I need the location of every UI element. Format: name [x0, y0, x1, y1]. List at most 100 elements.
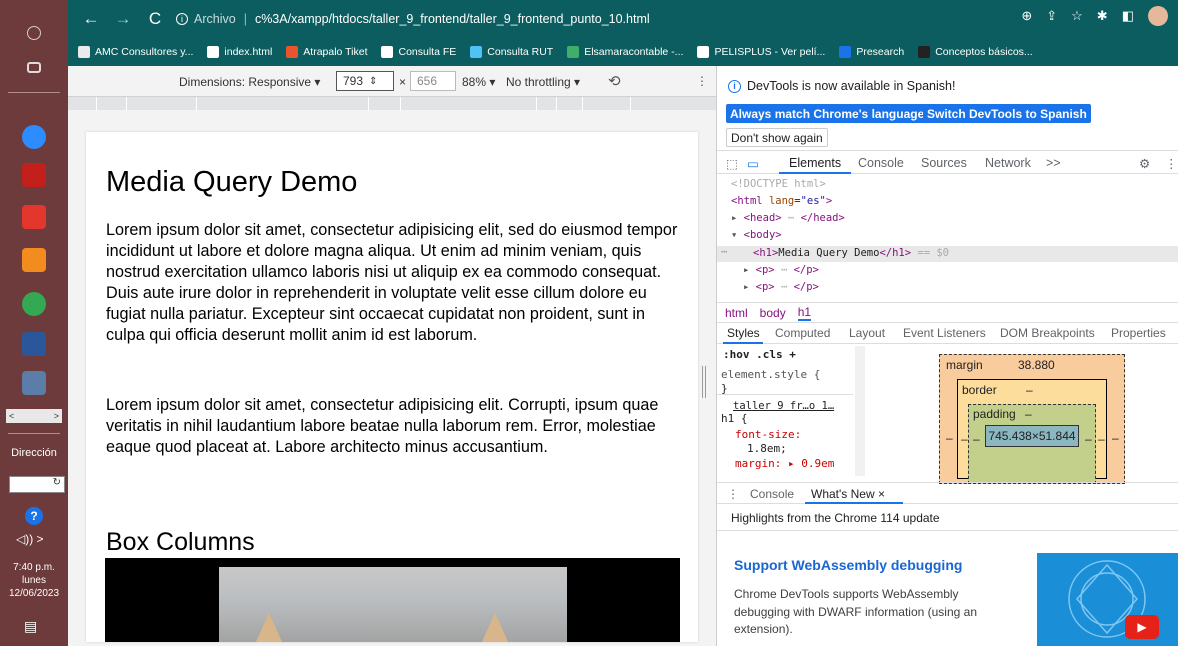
- scroll-right-icon[interactable]: >: [54, 411, 59, 421]
- font-size-value[interactable]: 1.8em;: [747, 442, 787, 455]
- bookmark-item[interactable]: Conceptos básicos...: [918, 46, 1033, 58]
- bookmark-item[interactable]: Presearch: [839, 46, 904, 58]
- box-padding[interactable]: padding – – – 745.438×51.844: [968, 404, 1096, 484]
- element-style-rule[interactable]: element.style {: [721, 368, 820, 381]
- drawer-menu-icon[interactable]: ⋮: [727, 487, 739, 501]
- box-content[interactable]: 745.438×51.844: [985, 425, 1079, 447]
- whats-new-title[interactable]: Support WebAssembly debugging: [734, 557, 962, 573]
- h1-rule-selector[interactable]: h1 {: [721, 412, 748, 425]
- help-icon[interactable]: ?: [25, 507, 43, 525]
- breadcrumb-item[interactable]: h1: [797, 305, 812, 321]
- dimensions-select[interactable]: Dimensions: Responsive ▾: [179, 75, 320, 89]
- height-input[interactable]: 656: [410, 71, 456, 91]
- dom-row-menu-icon[interactable]: ⋯: [721, 246, 727, 258]
- taskbar-scroll[interactable]: < >: [6, 409, 62, 423]
- width-input[interactable]: 793 ⇕: [336, 71, 394, 91]
- tab-elements[interactable]: Elements: [789, 156, 841, 170]
- zoom-select[interactable]: 88% ▾: [462, 75, 495, 89]
- clock[interactable]: 7:40 p.m. lunes 12/06/2023: [0, 561, 68, 600]
- more-tabs-icon[interactable]: >>: [1046, 156, 1061, 170]
- app-icon-2[interactable]: [22, 371, 46, 395]
- info-icon[interactable]: i: [176, 13, 188, 25]
- stepper-icon[interactable]: ⇕: [369, 76, 377, 87]
- drawer-tab-whats-new[interactable]: What's New ×: [811, 487, 885, 501]
- breadcrumb-item[interactable]: body: [760, 306, 786, 320]
- tab-styles[interactable]: Styles: [727, 326, 760, 340]
- anydesk-icon[interactable]: [22, 205, 46, 229]
- zoom-icon[interactable]: ⊕: [1021, 8, 1032, 28]
- bookmark-label: PELISPLUS - Ver pelí...: [714, 46, 826, 58]
- chrome-icon[interactable]: [22, 292, 46, 316]
- whats-new-video-thumbnail[interactable]: ▶: [1037, 553, 1178, 646]
- dom-h1[interactable]: <h1>Media Query Demo</h1> == $0: [753, 247, 949, 259]
- bookmark-item[interactable]: PELISPLUS - Ver pelí...: [697, 46, 825, 58]
- margin-left-value: –: [946, 431, 953, 445]
- tab-console[interactable]: Console: [858, 156, 904, 170]
- more-options-icon[interactable]: ⋮: [696, 74, 708, 88]
- acrobat-icon[interactable]: [22, 163, 46, 187]
- dont-show-button[interactable]: Don't show again: [726, 128, 828, 147]
- switch-language-button[interactable]: Switch DevTools to Spanish: [923, 104, 1091, 123]
- dom-head[interactable]: ▸ <head> ⋯ </head>: [731, 212, 845, 224]
- dom-body[interactable]: ▾ <body>: [731, 229, 782, 241]
- devtools-menu-icon[interactable]: ⋮: [1165, 156, 1178, 171]
- dom-p-2[interactable]: ▸ <p> ⋯ </p>: [743, 281, 819, 293]
- margin-prop[interactable]: margin: ▸ 0.9em: [735, 457, 834, 470]
- forward-icon[interactable]: →: [114, 9, 132, 29]
- bookmark-icon: [839, 46, 852, 58]
- search-icon[interactable]: [27, 26, 41, 40]
- zoom-app-icon[interactable]: [22, 125, 46, 149]
- refresh-icon[interactable]: ↻: [53, 477, 61, 488]
- back-icon[interactable]: ←: [82, 9, 100, 29]
- box-border[interactable]: border – – – padding – – – 745.438×51.84…: [957, 379, 1107, 484]
- tab-event-listeners[interactable]: Event Listeners: [903, 326, 986, 340]
- dom-p-1[interactable]: ▸ <p> ⋯ </p>: [743, 264, 819, 276]
- filter-buttons[interactable]: :hov .cls +: [723, 348, 796, 361]
- box-margin[interactable]: margin 38.880 – – border – – – padding –…: [939, 354, 1125, 484]
- tab-properties[interactable]: Properties: [1111, 326, 1166, 340]
- media-query-ruler[interactable]: [68, 96, 716, 111]
- tab-layout[interactable]: Layout: [849, 326, 885, 340]
- always-match-button[interactable]: Always match Chrome's language: [726, 104, 929, 123]
- word-icon[interactable]: [22, 332, 46, 356]
- dom-html[interactable]: <html lang="es">: [731, 195, 832, 207]
- tab-sources[interactable]: Sources: [921, 156, 967, 170]
- star-icon[interactable]: ☆: [1071, 8, 1083, 28]
- share-icon[interactable]: ⇪: [1046, 8, 1057, 28]
- rotate-icon[interactable]: ⟲: [608, 72, 621, 90]
- drawer-tab-console[interactable]: Console: [750, 487, 794, 501]
- notification-icon[interactable]: ▤: [24, 618, 42, 636]
- url-field[interactable]: i Archivo | c%3A/xampp/htdocs/taller_9_f…: [176, 12, 650, 26]
- direccion-input[interactable]: ↻: [9, 476, 65, 493]
- rule-source-link[interactable]: taller 9 fr…o 1…: [733, 400, 834, 412]
- reload-icon[interactable]: C: [146, 9, 164, 29]
- bookmark-item[interactable]: AMC Consultores y...: [78, 46, 193, 58]
- bookmark-item[interactable]: index.html: [207, 46, 272, 58]
- avatar[interactable]: [1148, 6, 1168, 26]
- play-icon[interactable]: ▶: [1125, 615, 1159, 639]
- styles-filter-toolbar[interactable]: :hov .cls +: [723, 348, 796, 361]
- device-toggle-icon[interactable]: ▭: [747, 156, 759, 171]
- resize-handle[interactable]: [702, 366, 706, 398]
- volume-icon[interactable]: ◁)) >: [16, 532, 44, 546]
- scroll-left-icon[interactable]: <: [9, 411, 14, 421]
- tab-computed[interactable]: Computed: [775, 326, 830, 340]
- app-icon[interactable]: [22, 248, 46, 272]
- tab-network[interactable]: Network: [985, 156, 1031, 170]
- breadcrumb-item[interactable]: html: [725, 306, 748, 320]
- bookmark-item[interactable]: Elsamaracontable -...: [567, 46, 683, 58]
- settings-icon[interactable]: ⚙: [1139, 156, 1150, 171]
- throttle-select[interactable]: No throttling ▾: [506, 75, 580, 89]
- bookmark-item[interactable]: Consulta FE: [381, 46, 456, 58]
- bookmark-label: index.html: [224, 46, 273, 58]
- extensions-icon[interactable]: ✱: [1097, 8, 1108, 28]
- sidepanel-icon[interactable]: ◧: [1122, 8, 1134, 28]
- bookmark-item[interactable]: Consulta RUT: [470, 46, 553, 58]
- dom-p2-open: <p>: [755, 281, 775, 293]
- styles-scrollbar[interactable]: [855, 346, 865, 476]
- bookmark-item[interactable]: Atrapalo Tiket: [286, 46, 367, 58]
- tab-dom-breakpoints[interactable]: DOM Breakpoints: [1000, 326, 1095, 340]
- inspect-icon[interactable]: ⬚: [726, 156, 738, 171]
- task-view-icon[interactable]: [27, 62, 41, 73]
- font-size-prop[interactable]: font-size:: [735, 428, 801, 441]
